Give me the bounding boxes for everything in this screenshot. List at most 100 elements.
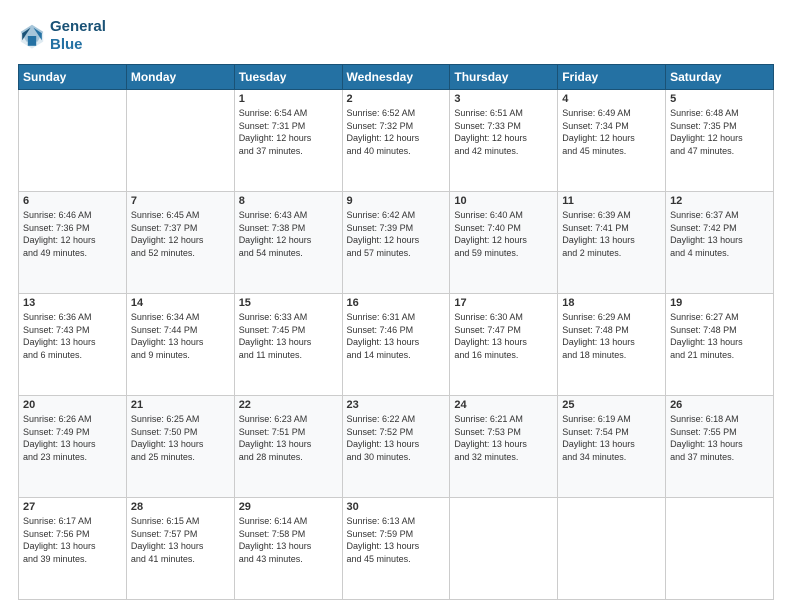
calendar-week-3: 13 Sunrise: 6:36 AM Sunset: 7:43 PM Dayli… — [19, 294, 774, 396]
calendar-cell — [558, 498, 666, 600]
day-info: Sunrise: 6:31 AM Sunset: 7:46 PM Dayligh… — [347, 311, 446, 361]
calendar-cell: 22Sunrise: 6:23 AM Sunset: 7:51 PM Dayli… — [234, 396, 342, 498]
calendar-cell: 20Sunrise: 6:26 AM Sunset: 7:49 PM Dayli… — [19, 396, 127, 498]
calendar-week-5: 27Sunrise: 6:17 AM Sunset: 7:56 PM Dayli… — [19, 498, 774, 600]
logo-text: General Blue — [50, 18, 106, 54]
day-info: Sunrise: 6:33 AM Sunset: 7:45 PM Dayligh… — [239, 311, 338, 361]
calendar-cell — [126, 90, 234, 192]
day-info: Sunrise: 6:42 AM Sunset: 7:39 PM Dayligh… — [347, 209, 446, 259]
calendar-cell: 6 Sunrise: 6:46 AM Sunset: 7:36 PM Daylig… — [19, 192, 127, 294]
day-info: Sunrise: 6:46 AM Sunset: 7:36 PM Dayligh… — [23, 209, 122, 259]
calendar-cell: 14Sunrise: 6:34 AM Sunset: 7:44 PM Dayli… — [126, 294, 234, 396]
day-number: 21 — [131, 399, 230, 411]
day-info: Sunrise: 6:40 AM Sunset: 7:40 PM Dayligh… — [454, 209, 553, 259]
calendar-cell: 24 Sunrise: 6:21 AM Sunset: 7:53 PM Dayli… — [450, 396, 558, 498]
calendar-cell: 1 Sunrise: 6:54 AM Sunset: 7:31 PM Daylig… — [234, 90, 342, 192]
day-number: 13 — [23, 297, 122, 309]
day-info: Sunrise: 6:13 AM Sunset: 7:59 PM Dayligh… — [347, 515, 446, 565]
calendar-cell: 4Sunrise: 6:49 AM Sunset: 7:34 PM Daylig… — [558, 90, 666, 192]
day-info: Sunrise: 6:45 AM Sunset: 7:37 PM Dayligh… — [131, 209, 230, 259]
day-info: Sunrise: 6:52 AM Sunset: 7:32 PM Dayligh… — [347, 107, 446, 157]
calendar-cell: 19 Sunrise: 6:27 AM Sunset: 7:48 PM Dayli… — [666, 294, 774, 396]
calendar-cell: 29 Sunrise: 6:14 AM Sunset: 7:58 PM Dayli… — [234, 498, 342, 600]
day-info: Sunrise: 6:43 AM Sunset: 7:38 PM Dayligh… — [239, 209, 338, 259]
day-info: Sunrise: 6:48 AM Sunset: 7:35 PM Dayligh… — [670, 107, 769, 157]
day-info: Sunrise: 6:19 AM Sunset: 7:54 PM Dayligh… — [562, 413, 661, 463]
calendar-week-2: 6 Sunrise: 6:46 AM Sunset: 7:36 PM Daylig… — [19, 192, 774, 294]
day-info: Sunrise: 6:30 AM Sunset: 7:47 PM Dayligh… — [454, 311, 553, 361]
day-number: 24 — [454, 399, 553, 411]
day-number: 8 — [239, 195, 338, 207]
day-number: 18 — [562, 297, 661, 309]
day-number: 9 — [347, 195, 446, 207]
calendar-cell: 21Sunrise: 6:25 AM Sunset: 7:50 PM Dayli… — [126, 396, 234, 498]
calendar-header-row: SundayMondayTuesdayWednesdayThursdayFrid… — [19, 65, 774, 90]
day-number: 4 — [562, 93, 661, 105]
calendar-cell: 2 Sunrise: 6:52 AM Sunset: 7:32 PM Daylig… — [342, 90, 450, 192]
calendar-cell: 15 Sunrise: 6:33 AM Sunset: 7:45 PM Dayli… — [234, 294, 342, 396]
day-header-tuesday: Tuesday — [234, 65, 342, 90]
day-header-monday: Monday — [126, 65, 234, 90]
calendar-cell: 12 Sunrise: 6:37 AM Sunset: 7:42 PM Dayli… — [666, 192, 774, 294]
day-info: Sunrise: 6:14 AM Sunset: 7:58 PM Dayligh… — [239, 515, 338, 565]
day-number: 14 — [131, 297, 230, 309]
day-header-thursday: Thursday — [450, 65, 558, 90]
day-info: Sunrise: 6:27 AM Sunset: 7:48 PM Dayligh… — [670, 311, 769, 361]
day-info: Sunrise: 6:29 AM Sunset: 7:48 PM Dayligh… — [562, 311, 661, 361]
day-number: 23 — [347, 399, 446, 411]
day-number: 1 — [239, 93, 338, 105]
calendar-cell: 23 Sunrise: 6:22 AM Sunset: 7:52 PM Dayli… — [342, 396, 450, 498]
calendar-cell: 18 Sunrise: 6:29 AM Sunset: 7:48 PM Dayli… — [558, 294, 666, 396]
logo: General Blue — [18, 18, 106, 54]
day-info: Sunrise: 6:36 AM Sunset: 7:43 PM Dayligh… — [23, 311, 122, 361]
day-header-sunday: Sunday — [19, 65, 127, 90]
day-number: 19 — [670, 297, 769, 309]
calendar-cell: 9 Sunrise: 6:42 AM Sunset: 7:39 PM Daylig… — [342, 192, 450, 294]
day-header-saturday: Saturday — [666, 65, 774, 90]
day-number: 10 — [454, 195, 553, 207]
day-number: 7 — [131, 195, 230, 207]
calendar-cell: 17 Sunrise: 6:30 AM Sunset: 7:47 PM Dayli… — [450, 294, 558, 396]
day-number: 25 — [562, 399, 661, 411]
day-info: Sunrise: 6:21 AM Sunset: 7:53 PM Dayligh… — [454, 413, 553, 463]
day-number: 3 — [454, 93, 553, 105]
calendar-cell: 7 Sunrise: 6:45 AM Sunset: 7:37 PM Daylig… — [126, 192, 234, 294]
calendar-cell — [450, 498, 558, 600]
day-info: Sunrise: 6:18 AM Sunset: 7:55 PM Dayligh… — [670, 413, 769, 463]
day-number: 2 — [347, 93, 446, 105]
calendar-cell — [666, 498, 774, 600]
calendar-cell: 25 Sunrise: 6:19 AM Sunset: 7:54 PM Dayli… — [558, 396, 666, 498]
page: General Blue SundayMondayTuesdayWednesda… — [0, 0, 792, 612]
calendar-table: SundayMondayTuesdayWednesdayThursdayFrid… — [18, 64, 774, 600]
day-number: 17 — [454, 297, 553, 309]
day-info: Sunrise: 6:51 AM Sunset: 7:33 PM Dayligh… — [454, 107, 553, 157]
calendar-cell: 11 Sunrise: 6:39 AM Sunset: 7:41 PM Dayli… — [558, 192, 666, 294]
day-number: 15 — [239, 297, 338, 309]
day-header-friday: Friday — [558, 65, 666, 90]
day-number: 5 — [670, 93, 769, 105]
day-header-wednesday: Wednesday — [342, 65, 450, 90]
day-info: Sunrise: 6:54 AM Sunset: 7:31 PM Dayligh… — [239, 107, 338, 157]
day-number: 26 — [670, 399, 769, 411]
logo-icon — [18, 22, 46, 50]
calendar-cell: 13 Sunrise: 6:36 AM Sunset: 7:43 PM Dayli… — [19, 294, 127, 396]
calendar-cell: 28 Sunrise: 6:15 AM Sunset: 7:57 PM Dayli… — [126, 498, 234, 600]
calendar-week-4: 20Sunrise: 6:26 AM Sunset: 7:49 PM Dayli… — [19, 396, 774, 498]
day-number: 12 — [670, 195, 769, 207]
day-info: Sunrise: 6:17 AM Sunset: 7:56 PM Dayligh… — [23, 515, 122, 565]
day-info: Sunrise: 6:15 AM Sunset: 7:57 PM Dayligh… — [131, 515, 230, 565]
day-number: 6 — [23, 195, 122, 207]
calendar-cell: 27Sunrise: 6:17 AM Sunset: 7:56 PM Dayli… — [19, 498, 127, 600]
day-info: Sunrise: 6:39 AM Sunset: 7:41 PM Dayligh… — [562, 209, 661, 259]
day-info: Sunrise: 6:37 AM Sunset: 7:42 PM Dayligh… — [670, 209, 769, 259]
day-number: 16 — [347, 297, 446, 309]
calendar-week-1: 1 Sunrise: 6:54 AM Sunset: 7:31 PM Daylig… — [19, 90, 774, 192]
day-number: 29 — [239, 501, 338, 513]
day-number: 11 — [562, 195, 661, 207]
calendar-cell: 5 Sunrise: 6:48 AM Sunset: 7:35 PM Daylig… — [666, 90, 774, 192]
day-number: 28 — [131, 501, 230, 513]
calendar-cell — [19, 90, 127, 192]
day-number: 20 — [23, 399, 122, 411]
calendar-cell: 3 Sunrise: 6:51 AM Sunset: 7:33 PM Daylig… — [450, 90, 558, 192]
day-info: Sunrise: 6:22 AM Sunset: 7:52 PM Dayligh… — [347, 413, 446, 463]
